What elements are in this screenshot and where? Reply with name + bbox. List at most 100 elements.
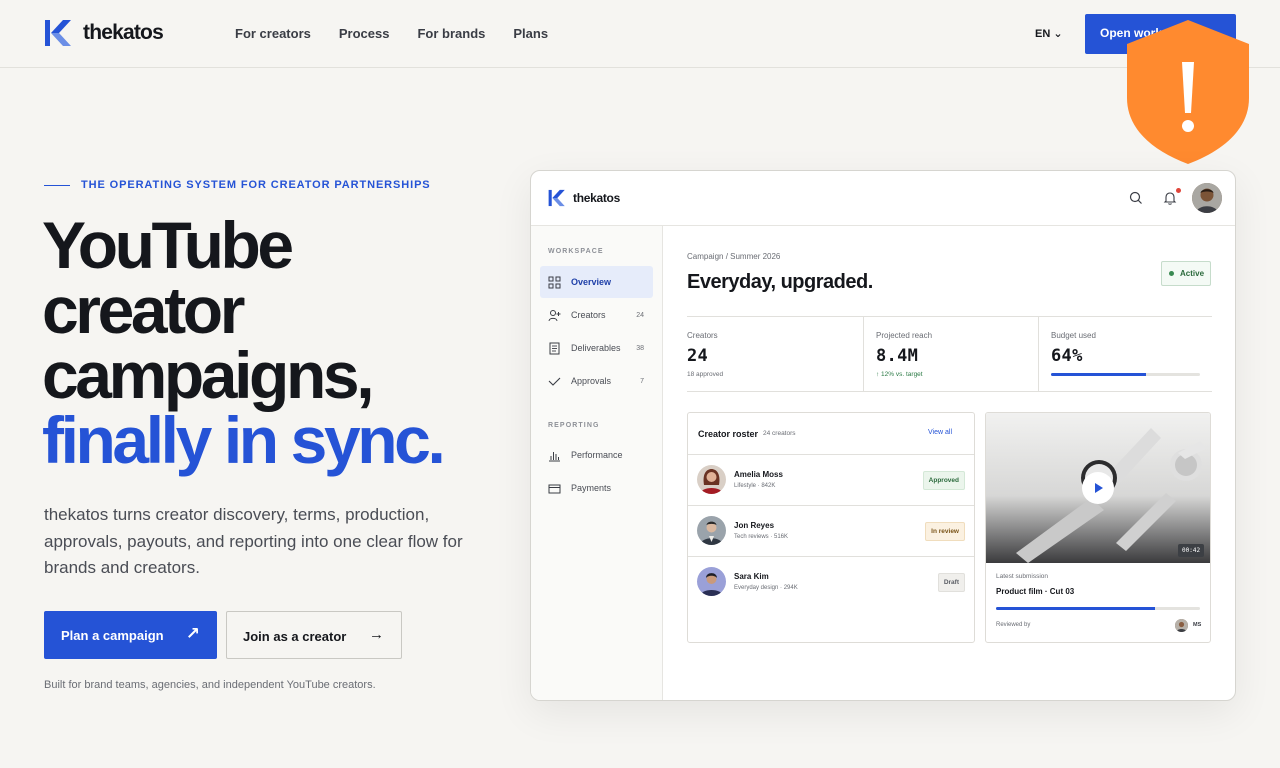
stat-creators: Creators 24 18 approved bbox=[687, 317, 863, 391]
sidebar-item-payments[interactable]: Payments bbox=[540, 472, 653, 504]
hero-eyebrow: THE OPERATING SYSTEM FOR CREATOR PARTNER… bbox=[44, 179, 431, 191]
sidebar-item-label: Deliverables bbox=[571, 343, 621, 353]
eyebrow-rule bbox=[44, 184, 70, 186]
notification-dot bbox=[1176, 188, 1181, 193]
roster-count: 24 creators bbox=[763, 430, 796, 437]
headline-line: YouTube bbox=[42, 208, 294, 282]
hero-footnote: Built for brand teams, agencies, and ind… bbox=[44, 679, 376, 691]
status-badge: In review bbox=[925, 522, 965, 541]
hero-subtitle: thekatos turns creator discovery, terms,… bbox=[44, 505, 463, 577]
logo-icon bbox=[548, 189, 565, 207]
app-preview: thekatos WORKSPACE Overview Creators 24 … bbox=[530, 170, 1236, 701]
creator-roster-card: Creator roster 24 creators View all Amel… bbox=[687, 412, 975, 643]
grid-icon bbox=[548, 276, 561, 288]
sidebar-section-reporting: REPORTING bbox=[548, 422, 600, 429]
budget-progress-bar bbox=[1051, 373, 1200, 376]
status-badge: Draft bbox=[937, 573, 965, 592]
headline-line: campaigns, bbox=[42, 338, 375, 412]
search-icon[interactable] bbox=[1128, 190, 1144, 206]
table-row[interactable]: Sara Kim Everyday design · 294K Draft bbox=[688, 557, 974, 608]
stat-value: 64% bbox=[1051, 346, 1083, 366]
creator-name: Sara Kim bbox=[734, 572, 769, 581]
stat-label: Budget used bbox=[1051, 331, 1096, 340]
eyebrow-text: THE OPERATING SYSTEM FOR CREATOR PARTNER… bbox=[81, 179, 431, 191]
nav-link-process[interactable]: Process bbox=[339, 26, 390, 41]
reviewer-initials: MS bbox=[1193, 622, 1202, 628]
submission-title: Product film · Cut 03 bbox=[996, 587, 1075, 596]
status-badge: Active bbox=[1161, 261, 1211, 286]
submission-label: Latest submission bbox=[996, 573, 1049, 580]
sidebar-section-workspace: WORKSPACE bbox=[548, 248, 604, 255]
logo-icon bbox=[45, 20, 71, 46]
view-all-link[interactable]: View all bbox=[928, 429, 952, 436]
join-creator-button[interactable]: Join as a creator → bbox=[226, 611, 402, 659]
nav-link-for-creators[interactable]: For creators bbox=[235, 26, 311, 41]
roster-title: Creator roster bbox=[698, 429, 759, 439]
warning-shield-icon bbox=[1127, 20, 1249, 164]
sidebar-item-count: 38 bbox=[636, 344, 644, 352]
arrow-up-right-icon: ↗ bbox=[185, 624, 200, 643]
budget-progress-fill bbox=[1051, 373, 1147, 376]
sidebar-item-performance[interactable]: Performance bbox=[540, 439, 653, 471]
app-brand-name: thekatos bbox=[573, 191, 620, 205]
sidebar-item-overview[interactable]: Overview bbox=[540, 266, 653, 298]
app-brand[interactable]: thekatos bbox=[548, 189, 620, 207]
avatar bbox=[697, 465, 726, 494]
submission-progress-bar bbox=[996, 607, 1200, 610]
status-badge: Approved bbox=[922, 471, 965, 490]
plan-campaign-button[interactable]: Plan a campaign ↗ bbox=[44, 611, 217, 659]
sidebar-item-deliverables[interactable]: Deliverables 38 bbox=[540, 332, 653, 364]
table-row[interactable]: Jon Reyes Tech reviews · 516K In review bbox=[688, 506, 974, 557]
stat-label: Projected reach bbox=[876, 331, 933, 340]
stat-projected-reach: Projected reach 8.4M ↑ 12% vs. target bbox=[863, 317, 1038, 391]
stat-value: 24 bbox=[687, 346, 709, 366]
latest-submission-card: 00:42 Latest submission Product film · C… bbox=[985, 412, 1211, 643]
app-topbar: thekatos bbox=[531, 171, 1235, 226]
app-sidebar: WORKSPACE Overview Creators 24 Deliverab… bbox=[531, 226, 663, 700]
stat-note: ↑ 12% vs. target bbox=[876, 371, 923, 378]
nav-link-plans[interactable]: Plans bbox=[513, 26, 548, 41]
user-avatar[interactable] bbox=[1192, 183, 1222, 213]
stat-note: 18 approved bbox=[687, 371, 724, 378]
bar-chart-icon bbox=[549, 451, 560, 461]
sidebar-item-label: Payments bbox=[571, 483, 612, 493]
hero-headline: YouTube creator campaigns, finally in sy… bbox=[42, 208, 446, 477]
sidebar-item-label: Approvals bbox=[571, 376, 612, 386]
stat-label: Creators bbox=[687, 331, 718, 340]
headline-line: creator bbox=[42, 273, 245, 347]
bell-icon[interactable] bbox=[1162, 190, 1178, 206]
creator-meta: Lifestyle · 842K bbox=[734, 483, 776, 489]
user-plus-icon bbox=[548, 309, 561, 321]
reviewer-avatar bbox=[1175, 619, 1188, 632]
reviewed-by-label: Reviewed by bbox=[996, 622, 1031, 628]
breadcrumb[interactable]: Campaign / Summer 2026 bbox=[687, 252, 780, 261]
plan-campaign-label: Plan a campaign bbox=[61, 628, 164, 643]
sidebar-item-creators[interactable]: Creators 24 bbox=[540, 299, 653, 331]
nav-link-for-brands[interactable]: For brands bbox=[417, 26, 485, 41]
document-icon bbox=[549, 342, 560, 354]
wallet-icon bbox=[548, 484, 561, 493]
language-selector[interactable]: EN ⌄ bbox=[1035, 27, 1063, 40]
primary-nav: For creators Process For brands Plans bbox=[235, 26, 548, 41]
stat-value: 8.4M bbox=[876, 346, 919, 366]
video-duration: 00:42 bbox=[1178, 544, 1205, 557]
submission-progress-fill bbox=[996, 607, 1156, 610]
sidebar-item-label: Performance bbox=[571, 450, 623, 460]
top-nav: thekatos For creators Process For brands… bbox=[0, 0, 1280, 68]
brand-name: thekatos bbox=[83, 21, 164, 44]
video-thumbnail[interactable] bbox=[986, 413, 1210, 563]
sidebar-item-count: 7 bbox=[640, 377, 644, 385]
arrow-right-icon: → bbox=[369, 626, 384, 643]
check-icon bbox=[548, 377, 561, 386]
join-creator-label: Join as a creator bbox=[243, 629, 347, 644]
sidebar-item-approvals[interactable]: Approvals 7 bbox=[540, 365, 653, 397]
brand-logo[interactable]: thekatos bbox=[44, 19, 164, 47]
roster-header: Creator roster 24 creators View all bbox=[688, 413, 974, 455]
table-row[interactable]: Amelia Moss Lifestyle · 842K Approved bbox=[688, 455, 974, 506]
stat-budget-used: Budget used 64% bbox=[1038, 317, 1212, 391]
sidebar-item-count: 24 bbox=[636, 311, 644, 319]
headline-accent: finally in sync. bbox=[42, 403, 446, 477]
stats-row: Creators 24 18 approved Projected reach … bbox=[687, 316, 1212, 392]
creator-meta: Everyday design · 294K bbox=[734, 585, 798, 591]
avatar bbox=[697, 567, 726, 596]
